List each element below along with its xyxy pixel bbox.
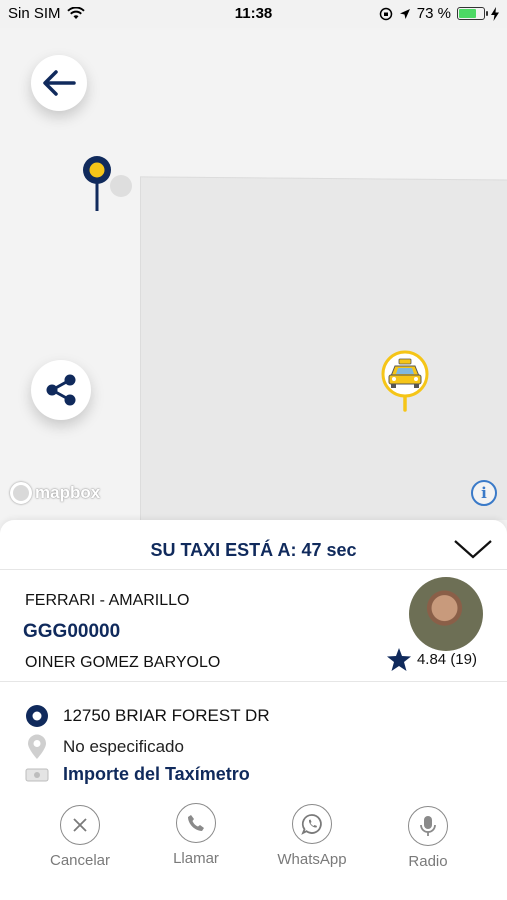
charging-bolt-icon xyxy=(491,6,499,21)
phone-icon xyxy=(188,815,204,831)
radio-label: Radio xyxy=(408,853,448,870)
driver-name: OINER GOMEZ BARYOLO xyxy=(25,654,221,671)
driver-rating: 4.84 (19) xyxy=(386,648,477,671)
cancel-label: Cancelar xyxy=(49,852,111,869)
sheet-header[interactable]: SU TAXI ESTÁ A: 47 sec xyxy=(0,520,507,570)
chevron-down-icon[interactable] xyxy=(453,538,493,560)
share-icon xyxy=(46,374,76,406)
battery-icon xyxy=(457,7,488,20)
driver-avatar xyxy=(409,577,483,651)
radio-button[interactable]: Radio xyxy=(378,806,478,870)
back-button[interactable] xyxy=(31,55,87,111)
rating-value: 4.84 (19) xyxy=(416,651,477,668)
map-view[interactable]: mapbox i xyxy=(0,28,507,520)
destination-row[interactable]: No especificado xyxy=(25,734,184,760)
orientation-lock-icon xyxy=(379,7,393,20)
destination-address: No especificado xyxy=(63,737,184,756)
battery-level xyxy=(459,9,476,18)
action-bar: Cancelar Llamar WhatsApp Radio xyxy=(0,801,507,871)
eta-title: SU TAXI ESTÁ A: 47 sec xyxy=(150,540,357,560)
location-pin-icon xyxy=(28,734,46,759)
battery-percent: 73 % xyxy=(416,5,451,22)
fare-row: Importe del Taxímetro xyxy=(25,764,250,785)
call-label: Llamar xyxy=(173,850,219,867)
pickup-pin-icon xyxy=(83,156,132,211)
whatsapp-label: WhatsApp xyxy=(277,851,347,868)
origin-row: 12750 BRIAR FOREST DR xyxy=(25,704,270,728)
license-plate: GGG00000 xyxy=(23,621,121,642)
car-model: FERRARI - AMARILLO xyxy=(25,592,190,609)
mapbox-wordmark: mapbox xyxy=(35,483,101,502)
map-building-block xyxy=(140,176,507,520)
call-button[interactable]: Llamar xyxy=(146,803,246,867)
close-icon xyxy=(73,818,87,832)
location-arrow-icon xyxy=(399,8,410,19)
whatsapp-button[interactable]: WhatsApp xyxy=(262,804,362,868)
share-button[interactable] xyxy=(31,360,91,420)
origin-address: 12750 BRIAR FOREST DR xyxy=(63,706,270,725)
fare-label: Importe del Taxímetro xyxy=(63,764,250,784)
status-bar: Sin SIM 11:38 73 % xyxy=(0,0,507,28)
whatsapp-icon xyxy=(301,814,322,835)
origin-dot-icon xyxy=(26,705,48,727)
trip-details: 12750 BRIAR FOREST DR No especificado Im… xyxy=(0,682,507,786)
trip-sheet: SU TAXI ESTÁ A: 47 sec FERRARI - AMARILL… xyxy=(0,520,507,900)
arrow-left-icon xyxy=(43,70,76,96)
mapbox-logo-icon xyxy=(10,482,32,504)
taxi-marker-icon xyxy=(381,350,429,412)
microphone-icon xyxy=(420,816,436,836)
driver-card: FERRARI - AMARILLO GGG00000 OINER GOMEZ … xyxy=(0,570,507,682)
cancel-button[interactable]: Cancelar xyxy=(30,805,130,869)
star-icon xyxy=(386,648,411,671)
map-info-icon[interactable]: i xyxy=(471,480,497,506)
mapbox-logo[interactable]: mapbox xyxy=(10,482,100,504)
cash-icon xyxy=(25,768,49,781)
